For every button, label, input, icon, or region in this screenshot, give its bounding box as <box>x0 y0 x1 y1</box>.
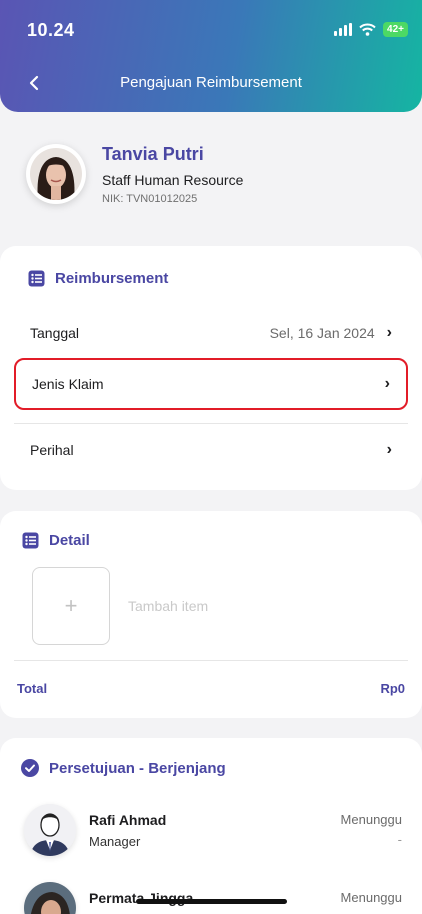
page-title: Pengajuan Reimbursement <box>120 74 302 91</box>
reimbursement-card: Reimbursement Tanggal Sel, 16 Jan 2024 ›… <box>0 246 422 490</box>
wifi-icon <box>359 23 376 36</box>
profile-name: Tanvia Putri <box>102 144 204 164</box>
profile-role: Staff Human Resource <box>102 172 244 188</box>
profile-section: Tanvia Putri Staff Human Resource NIK: T… <box>26 144 406 208</box>
detail-title: Detail <box>49 532 90 549</box>
battery-indicator: 42+ <box>383 22 408 37</box>
chevron-right-icon: › <box>386 441 392 458</box>
chevron-right-icon: › <box>386 324 392 341</box>
perihal-row[interactable]: Perihal › <box>14 424 408 476</box>
list-icon <box>28 270 45 287</box>
user-photo <box>30 148 82 200</box>
add-item-button[interactable]: + <box>32 567 110 645</box>
chevron-right-icon: › <box>384 375 390 392</box>
check-circle-icon <box>21 759 39 777</box>
list-icon <box>22 532 39 549</box>
total-label: Total <box>17 681 48 696</box>
app-header: 10.24 42+ Pengajuan Reimbursement <box>0 0 422 112</box>
approver-date: - <box>397 832 402 847</box>
jenis-klaim-row[interactable]: Jenis Klaim › <box>14 358 408 410</box>
signal-icon <box>334 23 353 36</box>
approver-name: Rafi Ahmad <box>89 812 167 828</box>
approver-avatar <box>24 804 76 856</box>
user-avatar-icon <box>24 804 76 856</box>
profile-nik: NIK: TVN01012025 <box>102 193 198 205</box>
approval-title: Persetujuan - Berjenjang <box>49 759 226 777</box>
avatar <box>26 144 86 204</box>
reimbursement-section-title: Reimbursement <box>28 270 168 287</box>
jenis-klaim-label: Jenis Klaim <box>32 376 104 392</box>
tanggal-label: Tanggal <box>30 325 80 341</box>
approver-item: Rafi Ahmad Manager Menunggu - <box>24 804 408 864</box>
approver-avatar <box>24 882 76 914</box>
perihal-label: Perihal <box>30 442 74 458</box>
user-photo <box>24 882 76 914</box>
add-item-label[interactable]: Tambah item <box>128 598 208 614</box>
plus-icon: + <box>64 593 78 618</box>
status-time: 10.24 <box>27 20 75 40</box>
tanggal-row[interactable]: Tanggal Sel, 16 Jan 2024 › <box>14 307 408 359</box>
total-value: Rp0 <box>380 681 405 696</box>
approval-section-title: Persetujuan - Berjenjang <box>21 759 226 777</box>
approver-status: Menunggu <box>340 812 402 827</box>
detail-card: Detail + Tambah item Total Rp0 <box>0 511 422 718</box>
approver-status: Menunggu <box>340 890 402 905</box>
tanggal-value: Sel, 16 Jan 2024 <box>269 325 375 341</box>
detail-section-title: Detail <box>22 532 90 549</box>
approval-card: Persetujuan - Berjenjang Rafi Ahmad Mana… <box>0 738 422 914</box>
home-indicator <box>136 899 287 904</box>
status-icons: 42+ <box>334 22 408 37</box>
reimbursement-title: Reimbursement <box>55 270 169 287</box>
approver-item: Permata Jingga Menunggu <box>24 882 408 914</box>
approver-role: Manager <box>89 834 141 849</box>
divider <box>14 660 408 661</box>
